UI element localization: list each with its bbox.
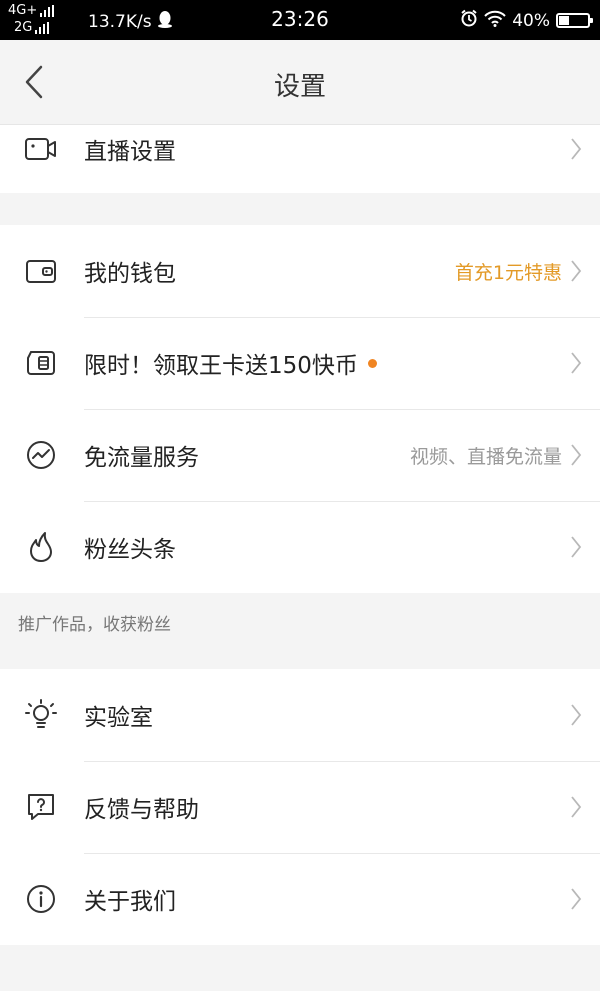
help-chat-icon bbox=[24, 790, 58, 824]
fans-headline-footnote: 推广作品，收获粉丝 bbox=[0, 593, 600, 669]
settings-group-support: 实验室 反馈与帮助 关于我们 bbox=[0, 669, 600, 945]
chevron-right-icon bbox=[568, 136, 584, 162]
wallet-icon bbox=[24, 254, 58, 288]
wallet-promo-text: 首充1元特惠 bbox=[454, 261, 562, 284]
page-title: 设置 bbox=[273, 72, 326, 102]
settings-item-king-card-promo[interactable]: 限时！领取王卡送150快币 bbox=[0, 317, 600, 409]
settings-item-label: 关于我们 bbox=[84, 889, 176, 915]
settings-item-about-us[interactable]: 关于我们 bbox=[0, 853, 600, 945]
data-wave-icon bbox=[24, 438, 58, 472]
settings-item-wallet[interactable]: 我的钱包 首充1元特惠 bbox=[0, 225, 600, 317]
settings-group-services: 我的钱包 首充1元特惠 限时！领取王卡送150快币 免流量服务 视频、直播免流量 bbox=[0, 225, 600, 593]
new-badge-dot bbox=[367, 358, 377, 368]
chevron-right-icon bbox=[568, 886, 584, 912]
settings-item-free-data[interactable]: 免流量服务 视频、直播免流量 bbox=[0, 409, 600, 501]
chevron-right-icon bbox=[568, 442, 584, 468]
chevron-right-icon bbox=[568, 350, 584, 376]
status-bar: 4G+ 2G 13.7K/s 23:26 40% bbox=[0, 0, 600, 40]
settings-item-label: 反馈与帮助 bbox=[84, 797, 199, 823]
sim-card-icon bbox=[24, 346, 58, 380]
chevron-right-icon bbox=[568, 534, 584, 560]
settings-item-label: 限时！领取王卡送150快币 bbox=[84, 346, 377, 380]
settings-group-live: 直播设置 bbox=[0, 125, 600, 193]
app-header: 设置 bbox=[0, 40, 600, 125]
settings-item-label: 我的钱包 bbox=[84, 261, 176, 287]
chevron-right-icon bbox=[568, 702, 584, 728]
lightbulb-icon bbox=[24, 698, 58, 732]
battery-icon bbox=[556, 13, 593, 28]
settings-item-feedback-help[interactable]: 反馈与帮助 bbox=[0, 761, 600, 853]
promo-label-text: 限时！领取王卡送150快币 bbox=[84, 353, 358, 379]
battery-percent: 40% bbox=[512, 10, 550, 31]
settings-item-label: 粉丝头条 bbox=[84, 537, 176, 563]
battery-level-fill bbox=[559, 16, 569, 25]
info-icon bbox=[24, 882, 58, 916]
alarm-icon bbox=[460, 9, 478, 32]
flame-icon bbox=[24, 530, 58, 564]
wifi-icon bbox=[484, 10, 506, 32]
settings-item-label: 免流量服务 bbox=[84, 445, 199, 471]
chevron-right-icon bbox=[568, 258, 584, 284]
status-icons: 40% bbox=[454, 9, 593, 32]
free-data-description: 视频、直播免流量 bbox=[409, 445, 562, 468]
video-camera-icon bbox=[24, 132, 58, 166]
group-separator bbox=[0, 193, 600, 225]
settings-item-fans-headline[interactable]: 粉丝头条 bbox=[0, 501, 600, 593]
chevron-right-icon bbox=[568, 794, 584, 820]
settings-item-lab[interactable]: 实验室 bbox=[0, 669, 600, 761]
settings-item-label: 直播设置 bbox=[84, 139, 176, 165]
settings-item-live-settings[interactable]: 直播设置 bbox=[0, 125, 600, 193]
settings-item-label: 实验室 bbox=[84, 705, 153, 731]
